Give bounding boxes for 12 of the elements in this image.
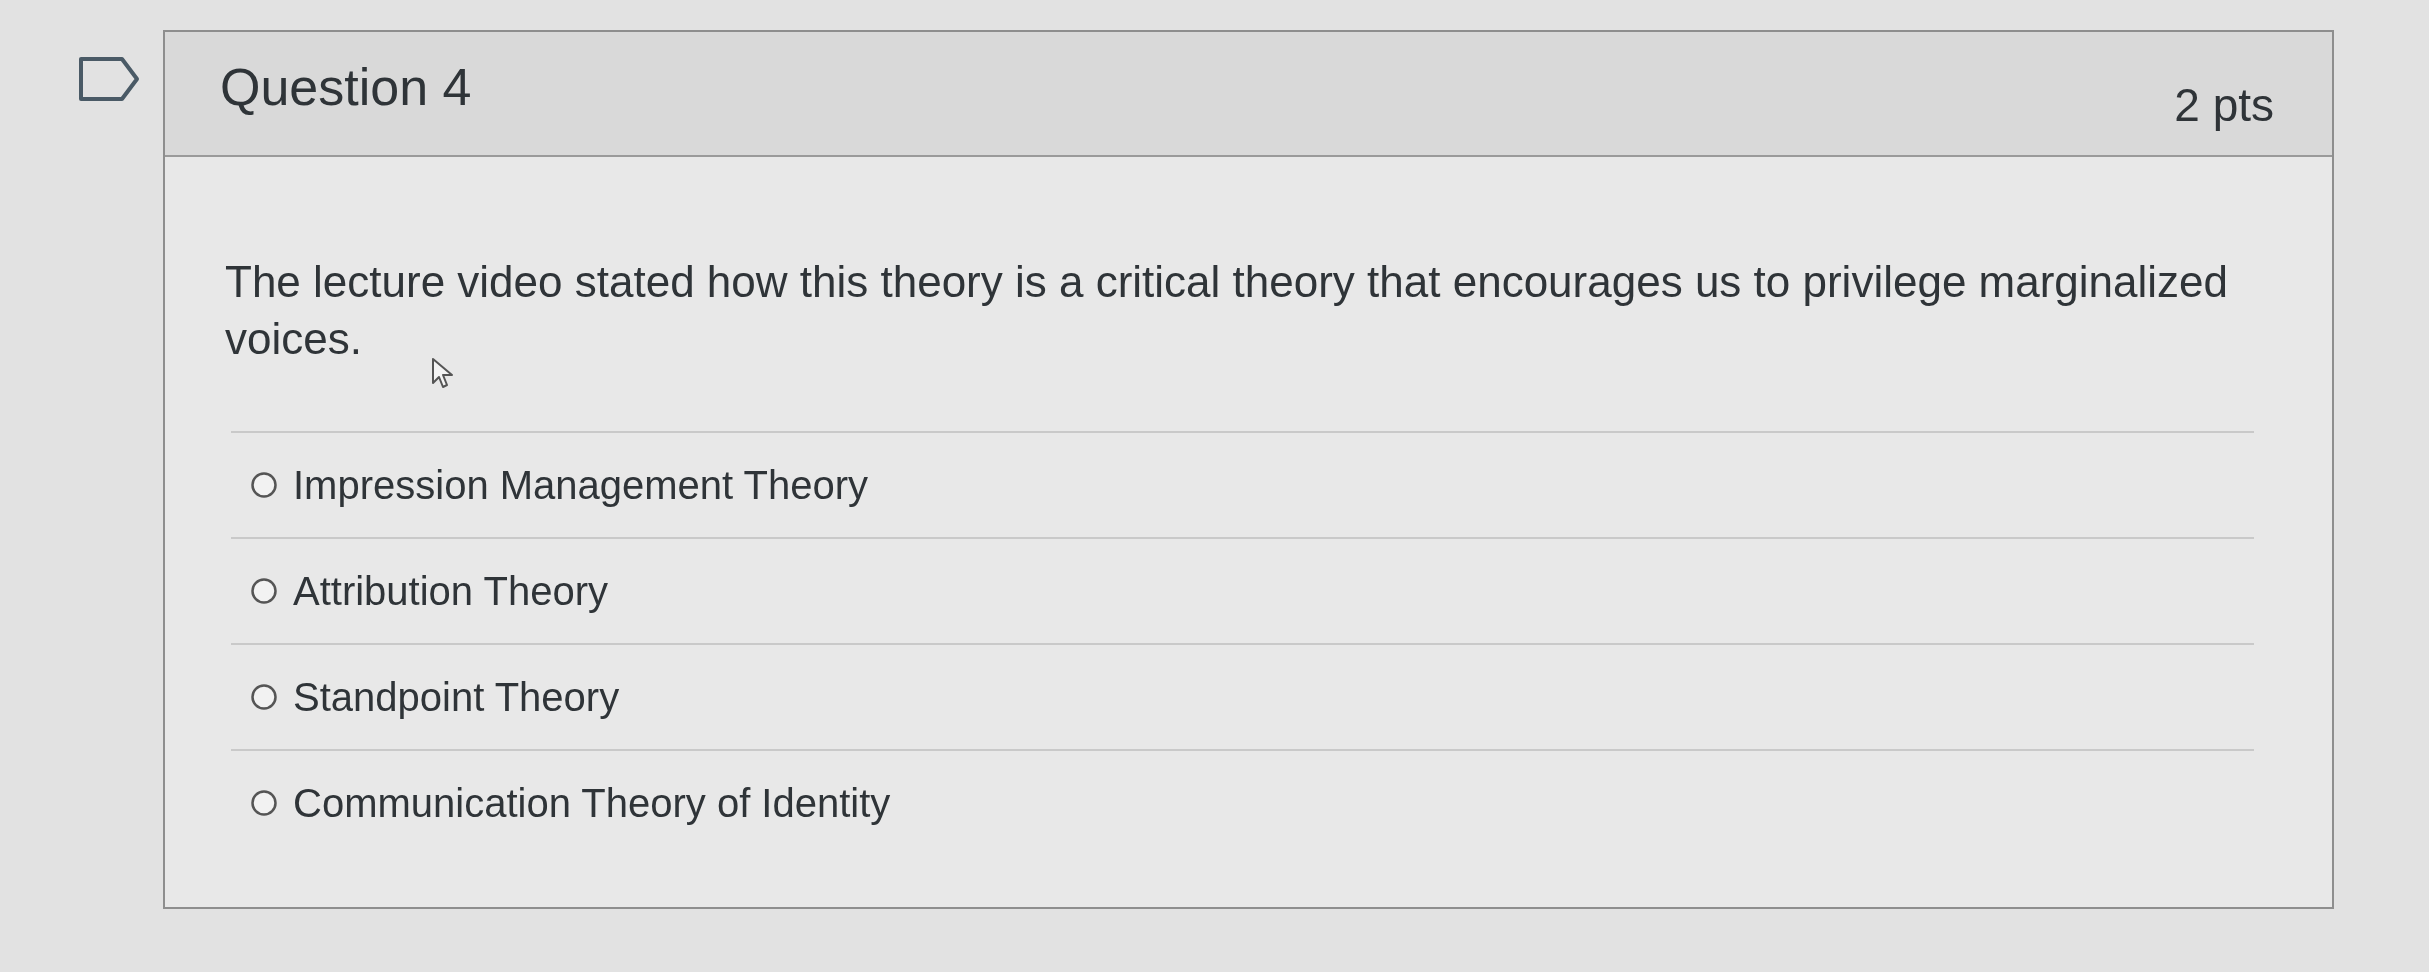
question-text: The lecture video stated how this theory is a critical theory that encourages us to privilege marginalized voices. [225, 256, 2230, 365]
question-title: Question 4 [220, 60, 472, 113]
radio-button[interactable] [251, 790, 277, 816]
radio-button[interactable] [251, 472, 277, 498]
radio-button[interactable] [251, 684, 277, 710]
radio-button[interactable] [251, 578, 277, 604]
answer-option[interactable]: Attribution Theory [231, 537, 2254, 643]
answer-option[interactable]: Standpoint Theory [231, 643, 2254, 749]
mouse-pointer-icon [431, 357, 455, 389]
answer-option[interactable]: Communication Theory of Identity [231, 749, 2254, 855]
flag-icon[interactable] [78, 56, 140, 102]
answer-option[interactable]: Impression Management Theory [231, 431, 2254, 537]
